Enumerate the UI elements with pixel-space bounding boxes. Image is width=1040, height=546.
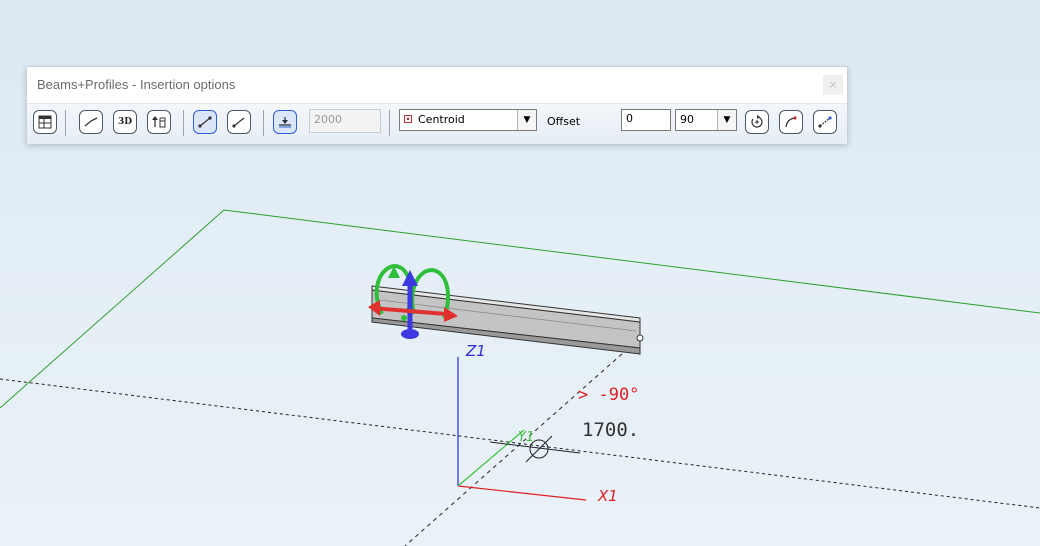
angle-line-button[interactable] bbox=[227, 110, 251, 134]
offset-label: Offset bbox=[547, 115, 581, 128]
rotation-value: 90 bbox=[680, 113, 694, 126]
angled-line-icon bbox=[232, 117, 245, 128]
parameters-button[interactable] bbox=[33, 110, 57, 134]
toolbar-separator bbox=[263, 110, 264, 136]
toolbar-separator bbox=[183, 110, 184, 136]
x-axis-label: X1 bbox=[597, 487, 618, 505]
anchor-point-value: Centroid bbox=[418, 113, 465, 126]
two-point-button[interactable] bbox=[193, 110, 217, 134]
y-axis-label: Y1 bbox=[518, 430, 534, 445]
close-button[interactable]: × bbox=[823, 75, 843, 95]
level-icon bbox=[279, 117, 291, 128]
bend-button[interactable] bbox=[779, 110, 803, 134]
length-readout: 1700. bbox=[582, 419, 639, 441]
offset-input[interactable]: 0 bbox=[621, 109, 671, 131]
z-axis-label: Z1 bbox=[465, 342, 486, 360]
chevron-down-icon[interactable]: ▼ bbox=[517, 110, 536, 130]
height-button[interactable] bbox=[147, 110, 171, 134]
chevron-down-icon[interactable]: ▼ bbox=[717, 110, 736, 130]
pick-button[interactable] bbox=[813, 110, 837, 134]
angle-readout: > -90° bbox=[578, 385, 639, 405]
rotate-button[interactable] bbox=[745, 110, 769, 134]
3d-icon: 3D bbox=[117, 117, 133, 127]
y-axis-line bbox=[457, 429, 525, 487]
line-button[interactable] bbox=[79, 110, 103, 134]
window-title: Beams+Profiles - Insertion options bbox=[37, 77, 236, 92]
toolbar-separator bbox=[65, 110, 66, 136]
polyline-icon bbox=[84, 117, 98, 127]
reference-level-button[interactable] bbox=[273, 110, 297, 134]
3d-button[interactable]: 3D bbox=[113, 110, 137, 134]
pick-icon bbox=[818, 116, 832, 128]
toolbar-row: 3D 2000 Centroid ▼ Offset 0 90 ▼ bbox=[27, 103, 847, 144]
insertion-options-window: Beams+Profiles - Insertion options × 3D bbox=[26, 66, 848, 144]
anchor-point-icon bbox=[404, 115, 412, 123]
two-point-line-icon bbox=[198, 116, 212, 128]
anchor-point-dropdown[interactable]: Centroid ▼ bbox=[399, 109, 537, 131]
x-axis-line bbox=[457, 485, 587, 501]
bend-icon bbox=[785, 116, 797, 128]
length-input: 2000 bbox=[309, 109, 381, 133]
table-icon bbox=[38, 115, 52, 129]
rotate-icon bbox=[751, 115, 763, 128]
rotation-dropdown[interactable]: 90 ▼ bbox=[675, 109, 737, 131]
window-title-bar[interactable]: Beams+Profiles - Insertion options × bbox=[27, 67, 847, 103]
height-arrow-icon bbox=[152, 116, 166, 128]
toolbar-separator bbox=[389, 110, 390, 136]
